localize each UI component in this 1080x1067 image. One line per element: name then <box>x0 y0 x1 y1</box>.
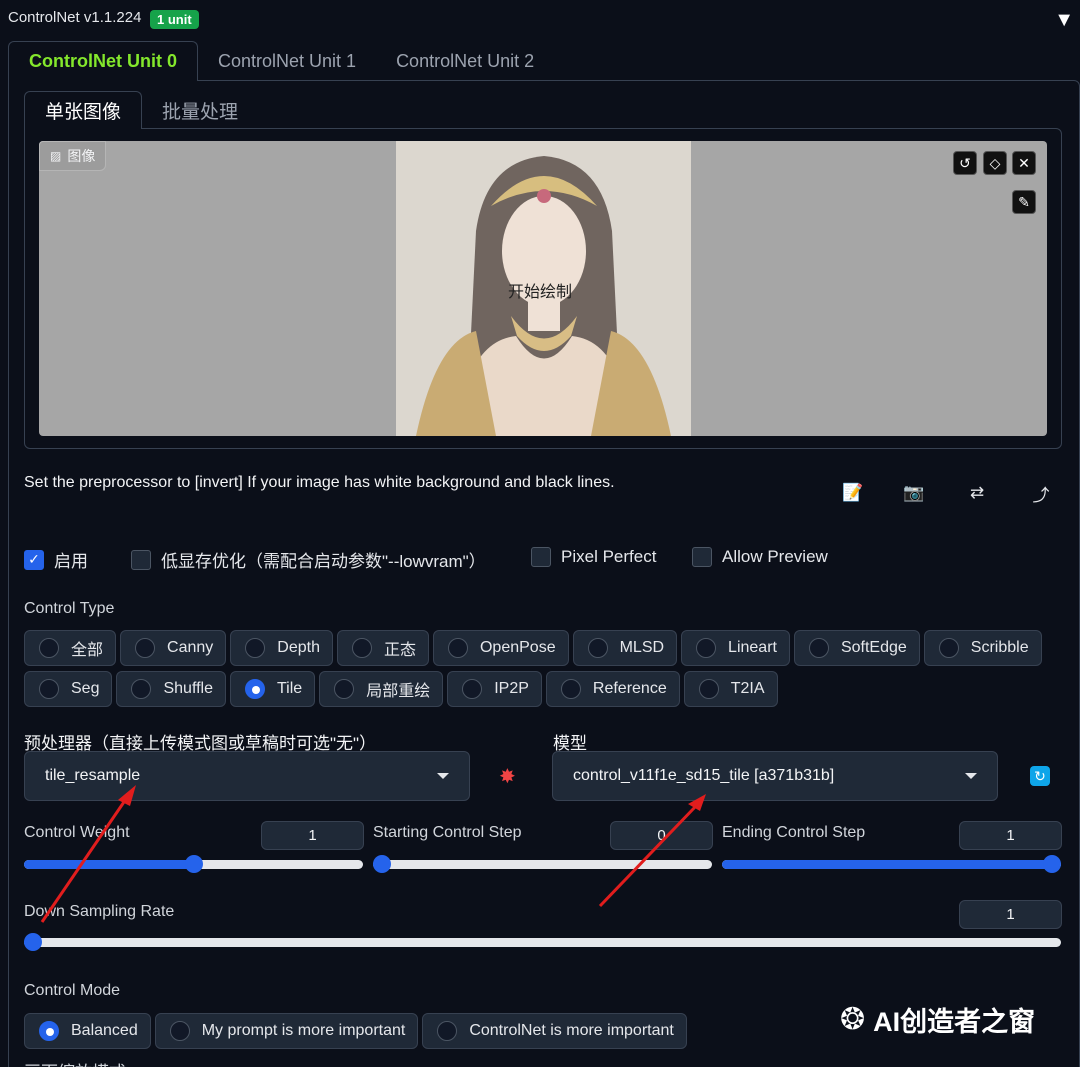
annotation-arrows <box>40 785 706 923</box>
arrow-head-preprocessor <box>118 785 136 806</box>
watermark-text: AI创造者之窗 <box>873 1007 1036 1037</box>
tab-unit-0[interactable]: ControlNet Unit 0 <box>8 41 198 81</box>
watermark: ❂ AI创造者之窗 <box>840 1000 1035 1039</box>
wechat-icon: ❂ <box>840 1003 866 1036</box>
arrow-head-model <box>688 794 706 811</box>
tab-single-image[interactable]: 单张图像 <box>24 91 143 129</box>
arrow-to-preprocessor <box>40 798 128 923</box>
arrow-to-model <box>598 804 698 908</box>
